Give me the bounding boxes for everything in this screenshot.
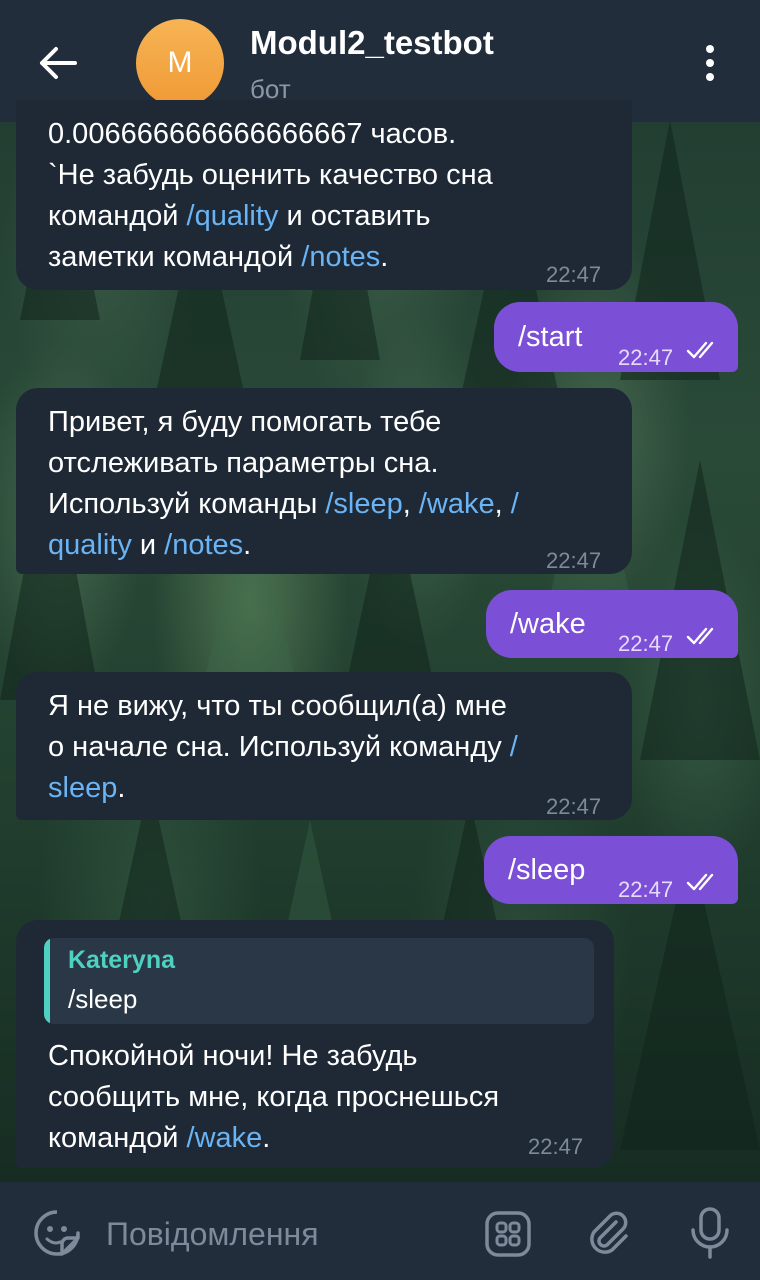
message-time: 22:47 [546, 794, 602, 819]
message-time: 22:47 [618, 631, 674, 656]
message-text: Привет, я буду помогать тебе [48, 406, 442, 438]
command-link-sleep[interactable]: /sleep [325, 488, 402, 520]
message-incoming[interactable]: 0.006666666666666667 часов. `Не забудь о… [16, 100, 632, 290]
more-vert-icon [706, 45, 714, 53]
message-input[interactable]: Повідомлення [106, 1216, 319, 1253]
message-time: 22:47 [546, 548, 602, 573]
message-text: /sleep [508, 854, 586, 886]
message-time: 22:47 [618, 345, 674, 370]
avatar[interactable]: M [136, 19, 224, 107]
message-text: Спокойной ночи! Не забудь [48, 1040, 418, 1072]
message-outgoing[interactable]: /sleep 22:47 [484, 836, 738, 904]
command-link-wake[interactable]: /wake [187, 1122, 263, 1154]
command-link-wake[interactable]: /wake [419, 488, 495, 520]
more-options-button[interactable] [690, 38, 730, 88]
double-check-icon [686, 341, 714, 359]
double-check-icon [686, 873, 714, 891]
message-time: 22:47 [618, 877, 674, 902]
message-input-bar: Повідомлення [0, 1182, 760, 1280]
command-link-quality[interactable]: / [511, 488, 519, 520]
command-link-notes[interactable]: /notes [301, 241, 380, 273]
message-time: 22:47 [546, 262, 602, 287]
message-text: Я не вижу, что ты сообщил(а) мне [48, 690, 507, 722]
command-link-sleep[interactable]: / [510, 731, 518, 763]
double-check-icon [686, 627, 714, 645]
bot-commands-icon[interactable] [484, 1210, 532, 1258]
paperclip-icon[interactable] [584, 1208, 634, 1258]
back-button[interactable] [30, 38, 86, 88]
message-text: /wake [510, 608, 586, 640]
command-link-quality[interactable]: quality [48, 529, 132, 561]
command-link-sleep[interactable]: sleep [48, 772, 117, 804]
arrow-left-icon [40, 47, 77, 79]
message-outgoing[interactable]: /wake 22:47 [486, 590, 738, 658]
message-outgoing[interactable]: /start 22:47 [494, 302, 738, 372]
message-text: `Не забудь оценить качество сна [48, 159, 493, 191]
command-link-notes[interactable]: /notes [164, 529, 243, 561]
reply-author: Kateryna [68, 946, 175, 974]
chat-title[interactable]: Modul2_testbot [250, 24, 494, 62]
microphone-icon[interactable] [688, 1206, 732, 1260]
message-incoming[interactable]: Я не вижу, что ты сообщил(а) мне о начал… [16, 672, 632, 820]
command-link-quality[interactable]: /quality [187, 200, 279, 232]
message-time: 22:47 [528, 1134, 584, 1159]
message-text: /start [518, 321, 583, 353]
message-incoming[interactable]: Привет, я буду помогать тебе отслеживать… [16, 388, 632, 574]
message-text: 0.006666666666666667 часов. [48, 118, 457, 150]
reply-accent-bar [44, 938, 50, 1024]
reply-quote[interactable]: Kateryna /sleep [44, 938, 594, 1024]
reply-text: /sleep [68, 984, 138, 1014]
message-text: отслеживать параметры сна. [48, 447, 439, 479]
sticker-emoji-icon[interactable] [32, 1208, 82, 1258]
message-text: сообщить мне, когда проснешься [48, 1081, 500, 1113]
